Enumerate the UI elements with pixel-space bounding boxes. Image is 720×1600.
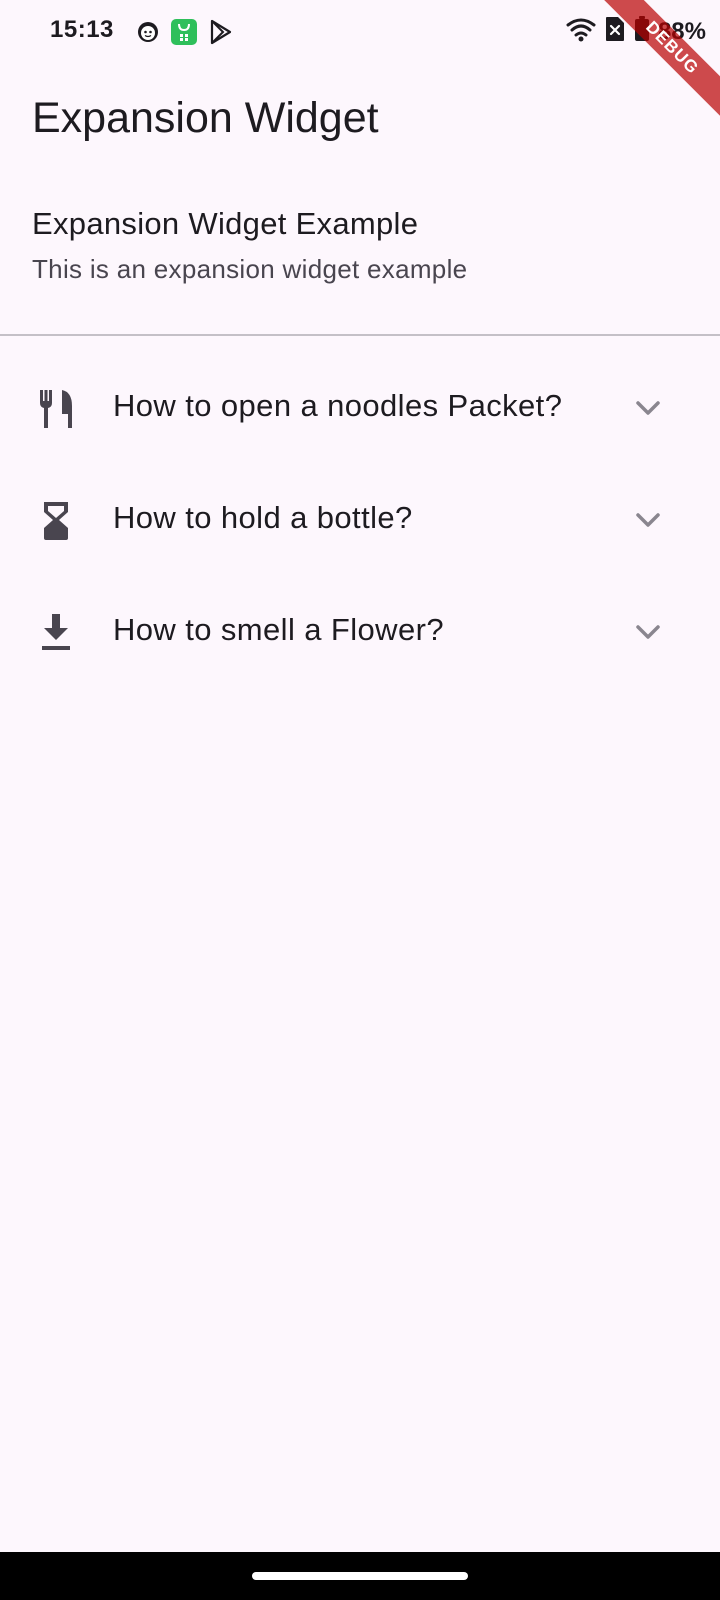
expansion-tile-flower[interactable]: How to smell a Flower?: [0, 576, 720, 688]
chevron-down-icon[interactable]: [632, 392, 664, 424]
expansion-tile-title: How to smell a Flower?: [113, 612, 444, 647]
battery-icon: [634, 16, 650, 47]
expansion-tile-title: How to hold a bottle?: [113, 500, 413, 535]
page-title: Expansion Widget: [32, 94, 379, 142]
hourglass-icon: [36, 500, 76, 540]
battery-percentage: 88%: [657, 17, 706, 45]
chevron-down-icon[interactable]: [632, 504, 664, 536]
expansion-tile-title: How to open a noodles Packet?: [113, 388, 563, 423]
shopping-bag-icon: [170, 18, 198, 51]
header-title: Expansion Widget Example: [32, 206, 419, 241]
header-list-tile: Expansion Widget Example This is an expa…: [0, 176, 720, 334]
status-time: 15:13: [50, 16, 114, 43]
no-sim-icon: [604, 16, 626, 47]
chevron-down-icon[interactable]: [632, 616, 664, 648]
expansion-tile-bottle[interactable]: How to hold a bottle?: [0, 464, 720, 576]
wifi-icon: [566, 16, 596, 47]
status-bar: 15:13 88%: [0, 0, 720, 64]
notification-icons: [136, 18, 234, 51]
play-store-icon: [208, 19, 234, 50]
header-subtitle: This is an expansion widget example: [32, 254, 468, 284]
expansion-tile-noodles[interactable]: How to open a noodles Packet?: [0, 352, 720, 464]
system-navigation-bar: [0, 1552, 720, 1600]
system-status-icons: 88%: [566, 16, 706, 47]
divider: [0, 334, 720, 336]
download-icon: [36, 612, 76, 652]
restaurant-icon: [36, 388, 76, 428]
home-gesture-handle[interactable]: [252, 1572, 468, 1580]
app-bar: Expansion Widget: [0, 64, 720, 176]
face-icon: [136, 20, 160, 49]
